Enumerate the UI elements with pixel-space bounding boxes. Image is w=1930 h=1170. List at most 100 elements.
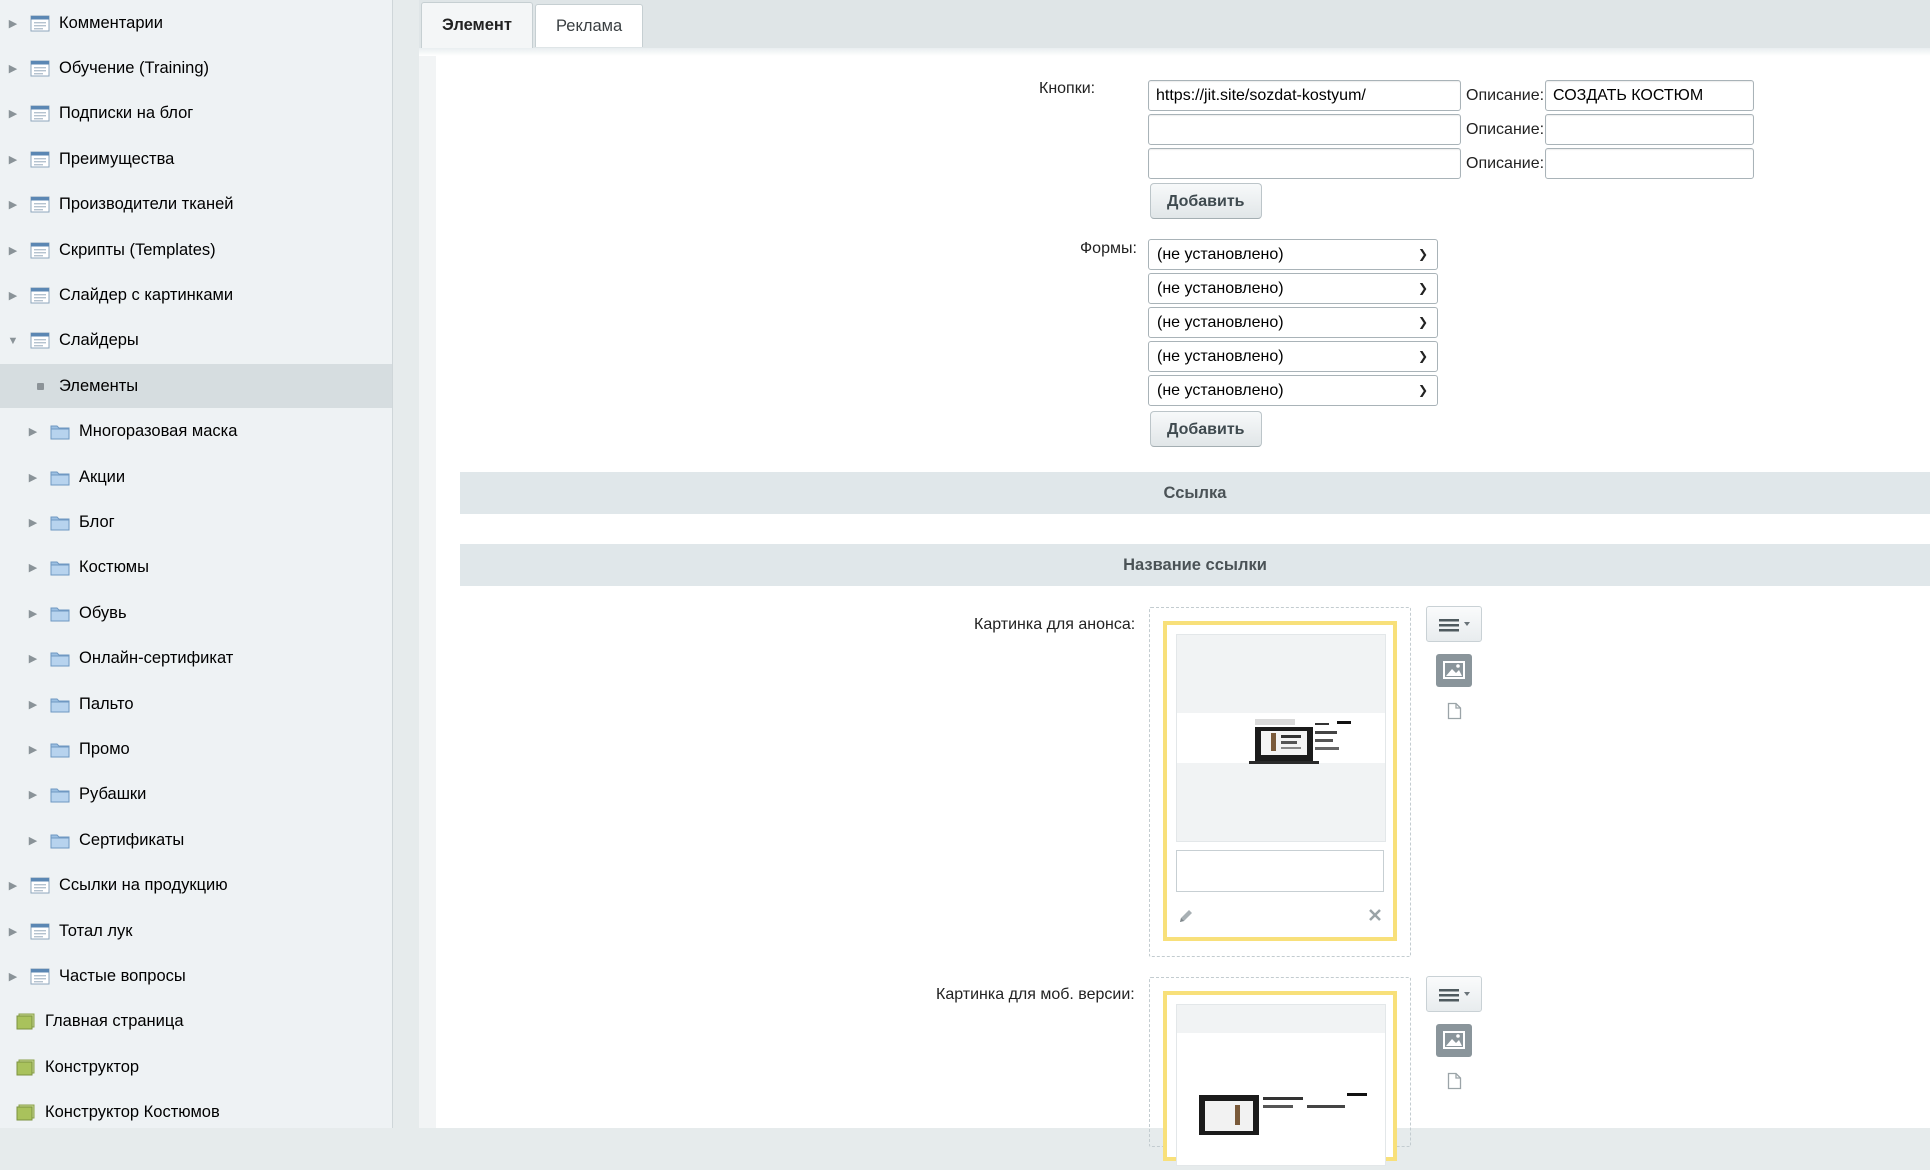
add-button-forms[interactable]: Добавить	[1150, 411, 1262, 447]
sidebar-item[interactable]: Конструктор	[0, 1045, 392, 1089]
insert-image-button-mobile[interactable]	[1436, 1024, 1472, 1057]
expand-arrow-icon[interactable]: ▶	[26, 788, 40, 801]
sidebar-item[interactable]: Конструктор Костюмов	[0, 1091, 392, 1128]
image-options-menu-button-mobile[interactable]	[1426, 976, 1482, 1012]
form-select-5[interactable]: (не установлено) ❯	[1148, 375, 1438, 406]
sidebar-item[interactable]: ▶ Комментарии	[0, 1, 392, 45]
sidebar-item[interactable]: ▶ Подписки на блог	[0, 92, 392, 136]
sidebar-item[interactable]: ▶ Скрипты (Templates)	[0, 228, 392, 272]
button-description-input-3[interactable]	[1545, 148, 1754, 179]
expand-arrow-icon[interactable]: ▶	[26, 471, 40, 484]
form-select-value: (не установлено)	[1157, 280, 1284, 297]
sidebar-item-label: Комментарии	[59, 13, 163, 32]
announce-image-dropzone[interactable]	[1149, 607, 1411, 957]
expand-arrow-icon[interactable]: ▶	[6, 107, 20, 120]
sidebar-item-label: Подписки на блог	[59, 104, 194, 123]
mobile-image-card	[1163, 991, 1397, 1166]
mobile-image-dropzone[interactable]	[1149, 977, 1411, 1166]
file-icon[interactable]	[1447, 702, 1462, 725]
collapse-arrow-icon[interactable]: ▼	[6, 335, 20, 347]
sidebar-item-label: Костюмы	[79, 558, 149, 577]
sidebar-item[interactable]: ▶ Обучение (Training)	[0, 46, 392, 90]
delete-close-icon[interactable]	[1367, 907, 1383, 928]
sidebar-item-label: Обувь	[79, 603, 127, 622]
sidebar-item[interactable]: Главная страница	[0, 1000, 392, 1044]
sidebar-item[interactable]: ▼ Слайдеры	[0, 319, 392, 363]
mobile-image-preview[interactable]	[1176, 1004, 1386, 1166]
expand-arrow-icon[interactable]: ▶	[6, 289, 20, 302]
sidebar-item[interactable]: ▶ Сертификаты	[0, 818, 392, 862]
expand-arrow-icon[interactable]: ▶	[6, 62, 20, 75]
announce-image-preview[interactable]	[1176, 634, 1386, 842]
sidebar-item[interactable]: ▶ Костюмы	[0, 546, 392, 590]
form-select-3[interactable]: (не установлено) ❯	[1148, 307, 1438, 338]
expand-arrow-icon[interactable]: ▶	[6, 970, 20, 983]
expand-arrow-icon[interactable]: ▶	[26, 516, 40, 529]
button-url-input-3[interactable]	[1148, 148, 1461, 179]
sidebar-item[interactable]: ▶ Пальто	[0, 682, 392, 726]
sidebar-item[interactable]: ▶ Многоразовая маска	[0, 410, 392, 454]
description-label-2: Описание:	[1466, 121, 1545, 138]
button-url-input-2[interactable]	[1148, 114, 1461, 145]
file-icon[interactable]	[1447, 1072, 1462, 1095]
expand-arrow-icon[interactable]: ▶	[26, 743, 40, 756]
insert-image-button[interactable]	[1436, 654, 1472, 687]
chevron-down-icon: ❯	[1417, 383, 1428, 397]
content-left-strip	[419, 56, 436, 1128]
stack-icon	[16, 1059, 36, 1076]
sidebar-item-label: Конструктор	[45, 1057, 140, 1076]
expand-arrow-icon[interactable]: ▶	[26, 652, 40, 665]
edit-pencil-icon[interactable]	[1177, 907, 1195, 930]
announce-image-description-input[interactable]	[1176, 850, 1384, 892]
expand-arrow-icon[interactable]: ▶	[6, 244, 20, 257]
sidebar-item-label: Тотал лук	[59, 921, 133, 940]
folder-icon	[50, 786, 70, 803]
form-select-1[interactable]: (не установлено) ❯	[1148, 239, 1438, 270]
button-url-input-1[interactable]	[1148, 80, 1461, 111]
expand-arrow-icon[interactable]: ▶	[26, 561, 40, 574]
expand-arrow-icon[interactable]: ▶	[6, 153, 20, 166]
tab-shadow	[419, 48, 1930, 56]
sidebar-item-label: Пальто	[79, 694, 134, 713]
tab-advertising[interactable]: Реклама	[535, 4, 644, 47]
sidebar-item[interactable]: ▶ Промо	[0, 727, 392, 771]
chevron-down-icon: ❯	[1417, 315, 1428, 329]
menu-lines-icon	[1439, 619, 1470, 632]
sidebar-item[interactable]: ▶ Ссылки на продукцию	[0, 864, 392, 908]
sidebar-item[interactable]: ▶ Частые вопросы	[0, 954, 392, 998]
image-options-menu-button[interactable]	[1426, 606, 1482, 642]
form-select-value: (не установлено)	[1157, 314, 1284, 331]
expand-arrow-icon[interactable]: ▶	[6, 925, 20, 938]
sidebar-item[interactable]: ▶ Преимущества	[0, 137, 392, 181]
expand-arrow-icon[interactable]: ▶	[6, 879, 20, 892]
chevron-down-icon: ❯	[1417, 349, 1428, 363]
mobile-image-label: Картинка для моб. версии:	[936, 986, 1135, 1003]
expand-arrow-icon[interactable]: ▶	[26, 834, 40, 847]
sidebar-item-label: Частые вопросы	[59, 966, 186, 985]
expand-arrow-icon[interactable]: ▶	[26, 607, 40, 620]
sidebar-item[interactable]: Элементы	[0, 364, 392, 409]
folder-icon	[50, 605, 70, 622]
expand-arrow-icon[interactable]: ▶	[6, 17, 20, 30]
sidebar-item[interactable]: ▶ Производители тканей	[0, 183, 392, 227]
folder-icon	[50, 559, 70, 576]
sidebar-item[interactable]: ▶ Акции	[0, 455, 392, 499]
stack-icon	[16, 1013, 36, 1030]
expand-arrow-icon[interactable]: ▶	[26, 425, 40, 438]
sidebar-item[interactable]: ▶ Онлайн-сертификат	[0, 637, 392, 681]
sidebar-item[interactable]: ▶ Рубашки	[0, 773, 392, 817]
button-description-input-1[interactable]	[1545, 80, 1754, 111]
sidebar-item[interactable]: ▶ Слайдер с картинками	[0, 273, 392, 317]
add-button-buttons[interactable]: Добавить	[1150, 183, 1262, 219]
expand-arrow-icon[interactable]: ▶	[6, 198, 20, 211]
form-select-2[interactable]: (не установлено) ❯	[1148, 273, 1438, 304]
sidebar-item-label: Промо	[79, 739, 130, 758]
sidebar-item-label: Акции	[79, 467, 126, 486]
sidebar-item[interactable]: ▶ Тотал лук	[0, 909, 392, 953]
sidebar-item[interactable]: ▶ Блог	[0, 500, 392, 544]
expand-arrow-icon[interactable]: ▶	[26, 698, 40, 711]
sidebar-item[interactable]: ▶ Обувь	[0, 591, 392, 635]
form-select-4[interactable]: (не установлено) ❯	[1148, 341, 1438, 372]
button-description-input-2[interactable]	[1545, 114, 1754, 145]
tab-element[interactable]: Элемент	[421, 2, 533, 50]
